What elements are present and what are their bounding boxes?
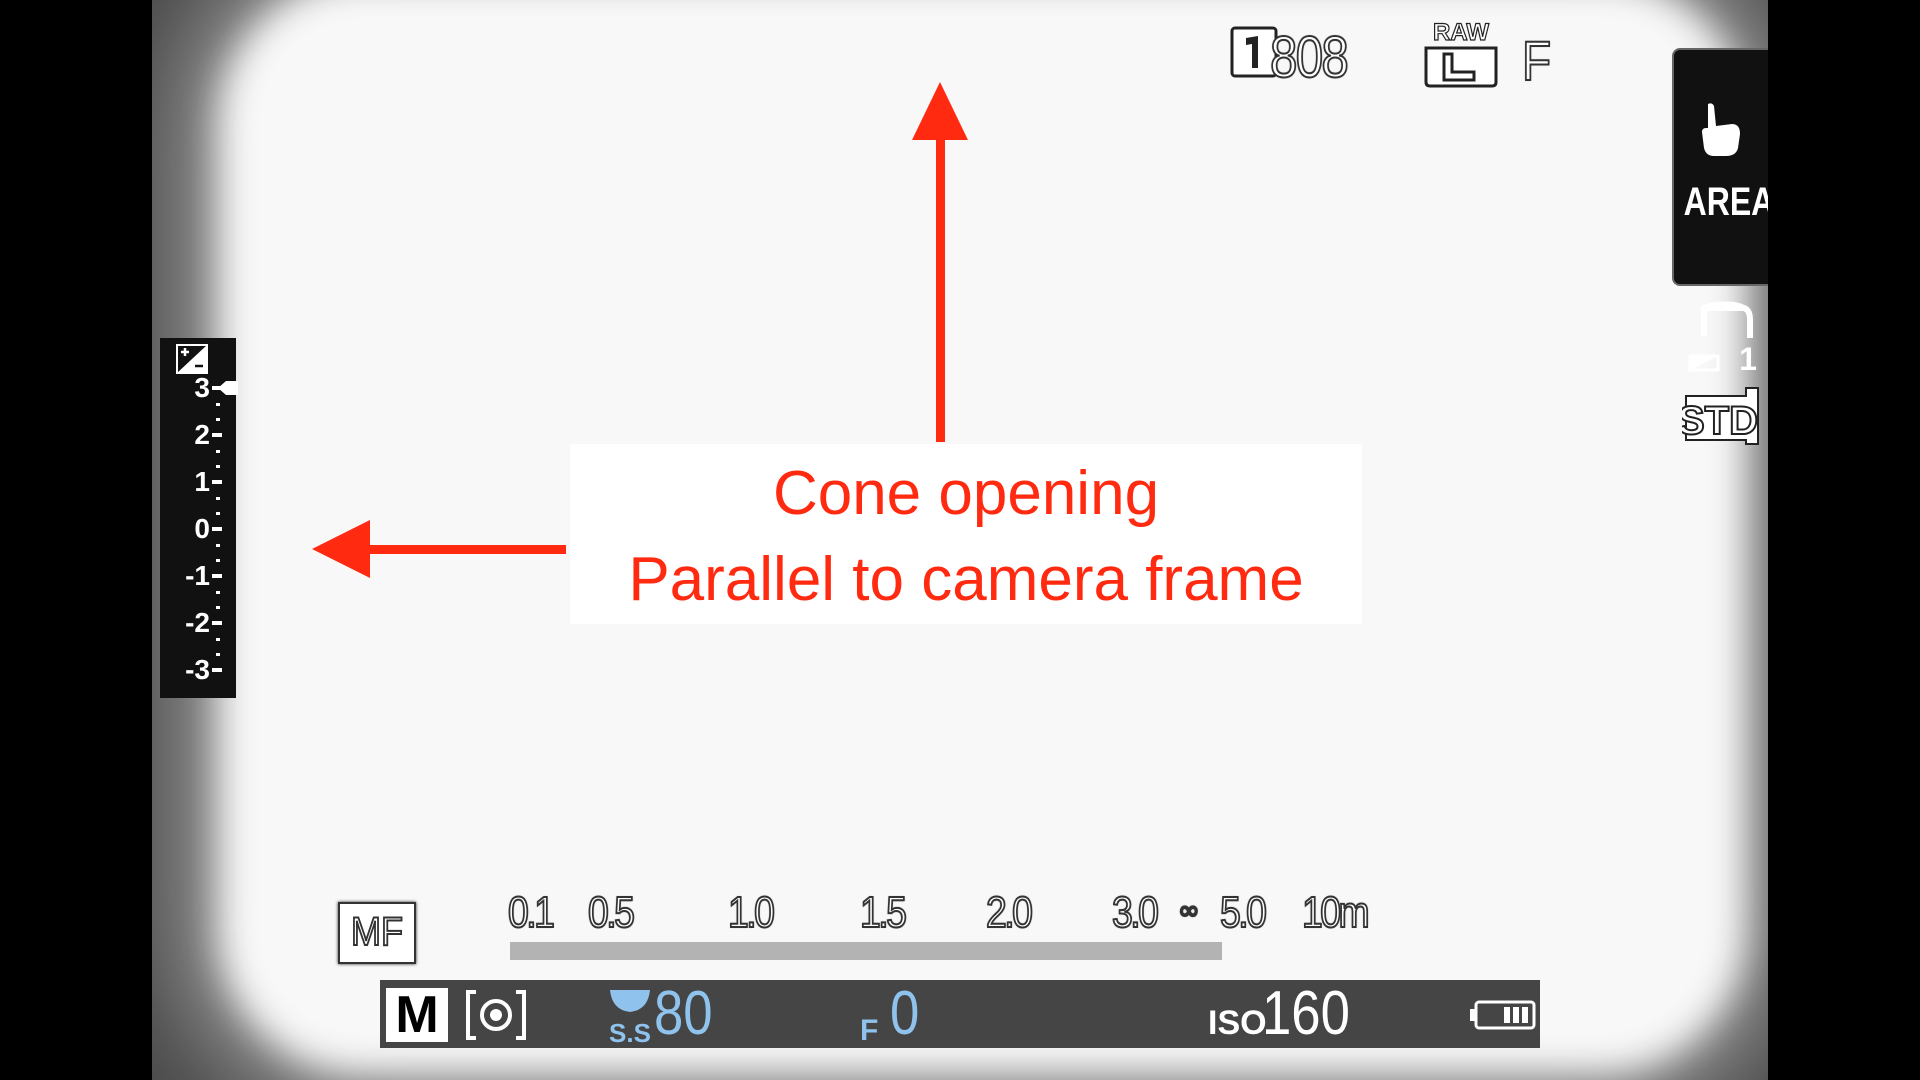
frame-count: 808 <box>1269 24 1350 91</box>
exposure-comp-scale: 3 2 1 0 -1 -2 -3 <box>160 338 238 698</box>
svg-text:1: 1 <box>1739 341 1757 374</box>
infinity-mark: ∞ <box>1177 895 1201 927</box>
shooting-mode-badge: M <box>386 988 448 1042</box>
iso-value: 160 <box>1262 979 1350 1048</box>
ev-minor-tick <box>216 559 220 563</box>
ev-pointer <box>218 381 238 395</box>
focus-distance-label: 1.0 <box>727 887 776 938</box>
ev-minor-tick <box>216 606 220 610</box>
exposure-bar: M S.S 80 F 0 ISO 160 <box>380 980 1540 1048</box>
focus-distance-label: 0.1 <box>507 887 556 938</box>
film-sim-std-icon: STD <box>1682 387 1759 445</box>
svg-text:RAW: RAW <box>1433 19 1489 46</box>
ev-label: 0 <box>194 513 210 544</box>
ev-label: 1 <box>194 466 210 497</box>
ev-major-tick <box>212 668 222 672</box>
touch-mode-label: AREA <box>1683 180 1768 224</box>
ev-minor-tick <box>216 449 220 453</box>
ev-major-tick <box>212 621 222 625</box>
image-quality: F <box>1521 28 1552 93</box>
ev-label: -3 <box>185 654 210 685</box>
focus-distance-label: 0.5 <box>587 887 636 938</box>
ev-major-tick <box>212 433 222 437</box>
ev-minor-tick <box>216 637 220 641</box>
dynamic-range-icon: 1 <box>1688 301 1757 374</box>
shooting-mode-label: M <box>395 986 439 1044</box>
aperture-icon: F <box>860 1014 879 1047</box>
camera-screen: 808 RAW F AREA 1 STD 3 2 1 0 -1 -2 -3 MF… <box>152 0 1768 1080</box>
touch-mode-button[interactable]: AREA <box>1672 48 1768 286</box>
focus-mode-indicator: MF <box>338 902 416 964</box>
shutter-speed-icon: S.S <box>609 990 651 1046</box>
ev-minor-tick <box>216 465 220 469</box>
arrow-up <box>912 82 968 442</box>
ev-label: -1 <box>185 560 210 591</box>
touch-finger-icon <box>1702 103 1740 156</box>
aperture-value: 0 <box>890 979 920 1048</box>
ev-minor-tick <box>216 418 220 422</box>
annotation-line-2: Parallel to camera frame <box>628 545 1304 614</box>
ev-minor-tick <box>216 496 220 500</box>
ev-label: 2 <box>194 419 210 450</box>
arrow-left <box>312 520 566 578</box>
svg-text:STD: STD <box>1682 399 1758 443</box>
ev-minor-tick <box>216 402 220 406</box>
iso-label: ISO <box>1208 1004 1267 1042</box>
ev-major-tick <box>212 527 222 531</box>
ev-minor-tick <box>216 653 220 657</box>
ev-minor-tick <box>216 543 220 547</box>
focus-distance-label: 1.5 <box>859 887 908 938</box>
shutter-speed-value: 80 <box>654 979 713 1048</box>
focus-distance-bar <box>510 942 1222 960</box>
focus-distance-label: 10m <box>1301 887 1370 938</box>
raw-l-icon: RAW <box>1424 18 1498 88</box>
metering-icon <box>466 990 526 1040</box>
ev-minor-tick <box>216 590 220 594</box>
ev-label: -2 <box>185 607 210 638</box>
ev-label: 3 <box>194 372 210 403</box>
ev-major-tick <box>212 480 222 484</box>
focus-mode-label: MF <box>350 909 404 955</box>
exposure-comp-icon <box>176 344 208 374</box>
focus-distance-label: 2.0 <box>985 887 1034 938</box>
ev-minor-tick <box>216 512 220 516</box>
ev-major-tick <box>212 574 222 578</box>
focus-distance-label: 3.0 <box>1111 887 1160 938</box>
battery-icon <box>1470 1000 1536 1030</box>
annotation-line-1: Cone opening <box>772 459 1160 528</box>
annotation-box: Cone opening Parallel to camera frame <box>570 444 1362 624</box>
svg-text:S.S: S.S <box>609 1018 651 1046</box>
focus-distance-label: 5.0 <box>1219 887 1268 938</box>
